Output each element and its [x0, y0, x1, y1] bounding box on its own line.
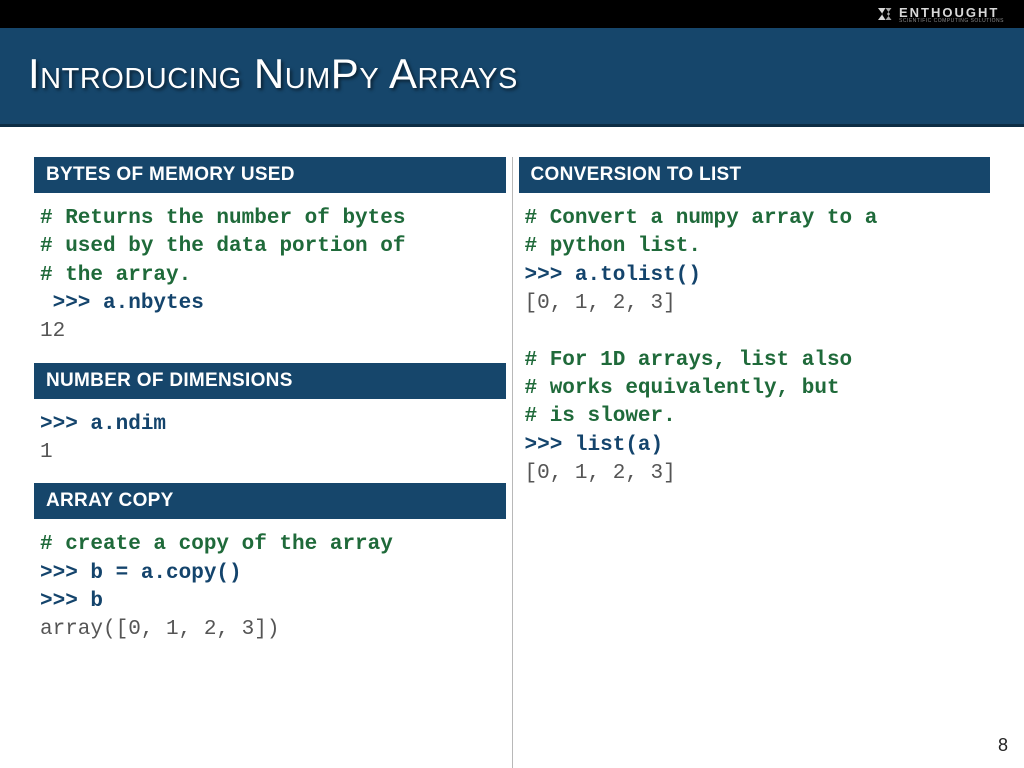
brand-text: ENTHOUGHT SCIENTIFIC COMPUTING SOLUTIONS	[899, 5, 1004, 24]
comment-line: # Convert a numpy array to a	[525, 207, 878, 230]
section-header-ndim: NUMBER OF DIMENSIONS	[34, 363, 506, 399]
code-block-ndim: >>> a.ndim 1	[34, 407, 506, 484]
section-header-copy: ARRAY COPY	[34, 483, 506, 519]
prompt-line: >>> a.nbytes	[40, 292, 204, 315]
comment-line: # is slower.	[525, 405, 676, 428]
slide: ENTHOUGHT SCIENTIFIC COMPUTING SOLUTIONS…	[0, 0, 1024, 768]
prompt-line: >>> a.ndim	[40, 413, 166, 436]
section-header-tolist: CONVERSION TO LIST	[519, 157, 991, 193]
slide-title: Introducing NumPy Arrays	[28, 50, 996, 98]
content-area: BYTES OF MEMORY USED # Returns the numbe…	[0, 127, 1024, 768]
code-block-tolist: # Convert a numpy array to a # python li…	[519, 201, 991, 504]
page-number: 8	[998, 735, 1008, 756]
brand-logo: ENTHOUGHT SCIENTIFIC COMPUTING SOLUTIONS	[875, 5, 1004, 24]
comment-line: # works equivalently, but	[525, 377, 840, 400]
logo-mark-icon	[875, 5, 893, 23]
brand-tagline: SCIENTIFIC COMPUTING SOLUTIONS	[899, 18, 1004, 24]
right-column: CONVERSION TO LIST # Convert a numpy arr…	[513, 157, 997, 768]
comment-line: # Returns the number of bytes	[40, 207, 405, 230]
code-block-bytes: # Returns the number of bytes # used by …	[34, 201, 506, 363]
left-column: BYTES OF MEMORY USED # Returns the numbe…	[28, 157, 512, 768]
prompt-line: >>> b	[40, 590, 103, 613]
comment-line: # For 1D arrays, list also	[525, 349, 853, 372]
comment-line: # python list.	[525, 235, 701, 258]
prompt-line: >>> a.tolist()	[525, 264, 701, 287]
section-header-bytes: BYTES OF MEMORY USED	[34, 157, 506, 193]
comment-line: # the array.	[40, 264, 191, 287]
output-line: array([0, 1, 2, 3])	[40, 618, 279, 641]
comment-line: # used by the data portion of	[40, 235, 405, 258]
code-block-copy: # create a copy of the array >>> b = a.c…	[34, 527, 506, 660]
output-line: [0, 1, 2, 3]	[525, 462, 676, 485]
output-line: [0, 1, 2, 3]	[525, 292, 676, 315]
title-bar: Introducing NumPy Arrays	[0, 28, 1024, 127]
output-line: 1	[40, 441, 53, 464]
comment-line: # create a copy of the array	[40, 533, 393, 556]
output-line: 12	[40, 320, 65, 343]
prompt-line: >>> list(a)	[525, 434, 664, 457]
prompt-line: >>> b = a.copy()	[40, 562, 242, 585]
topbar: ENTHOUGHT SCIENTIFIC COMPUTING SOLUTIONS	[0, 0, 1024, 28]
